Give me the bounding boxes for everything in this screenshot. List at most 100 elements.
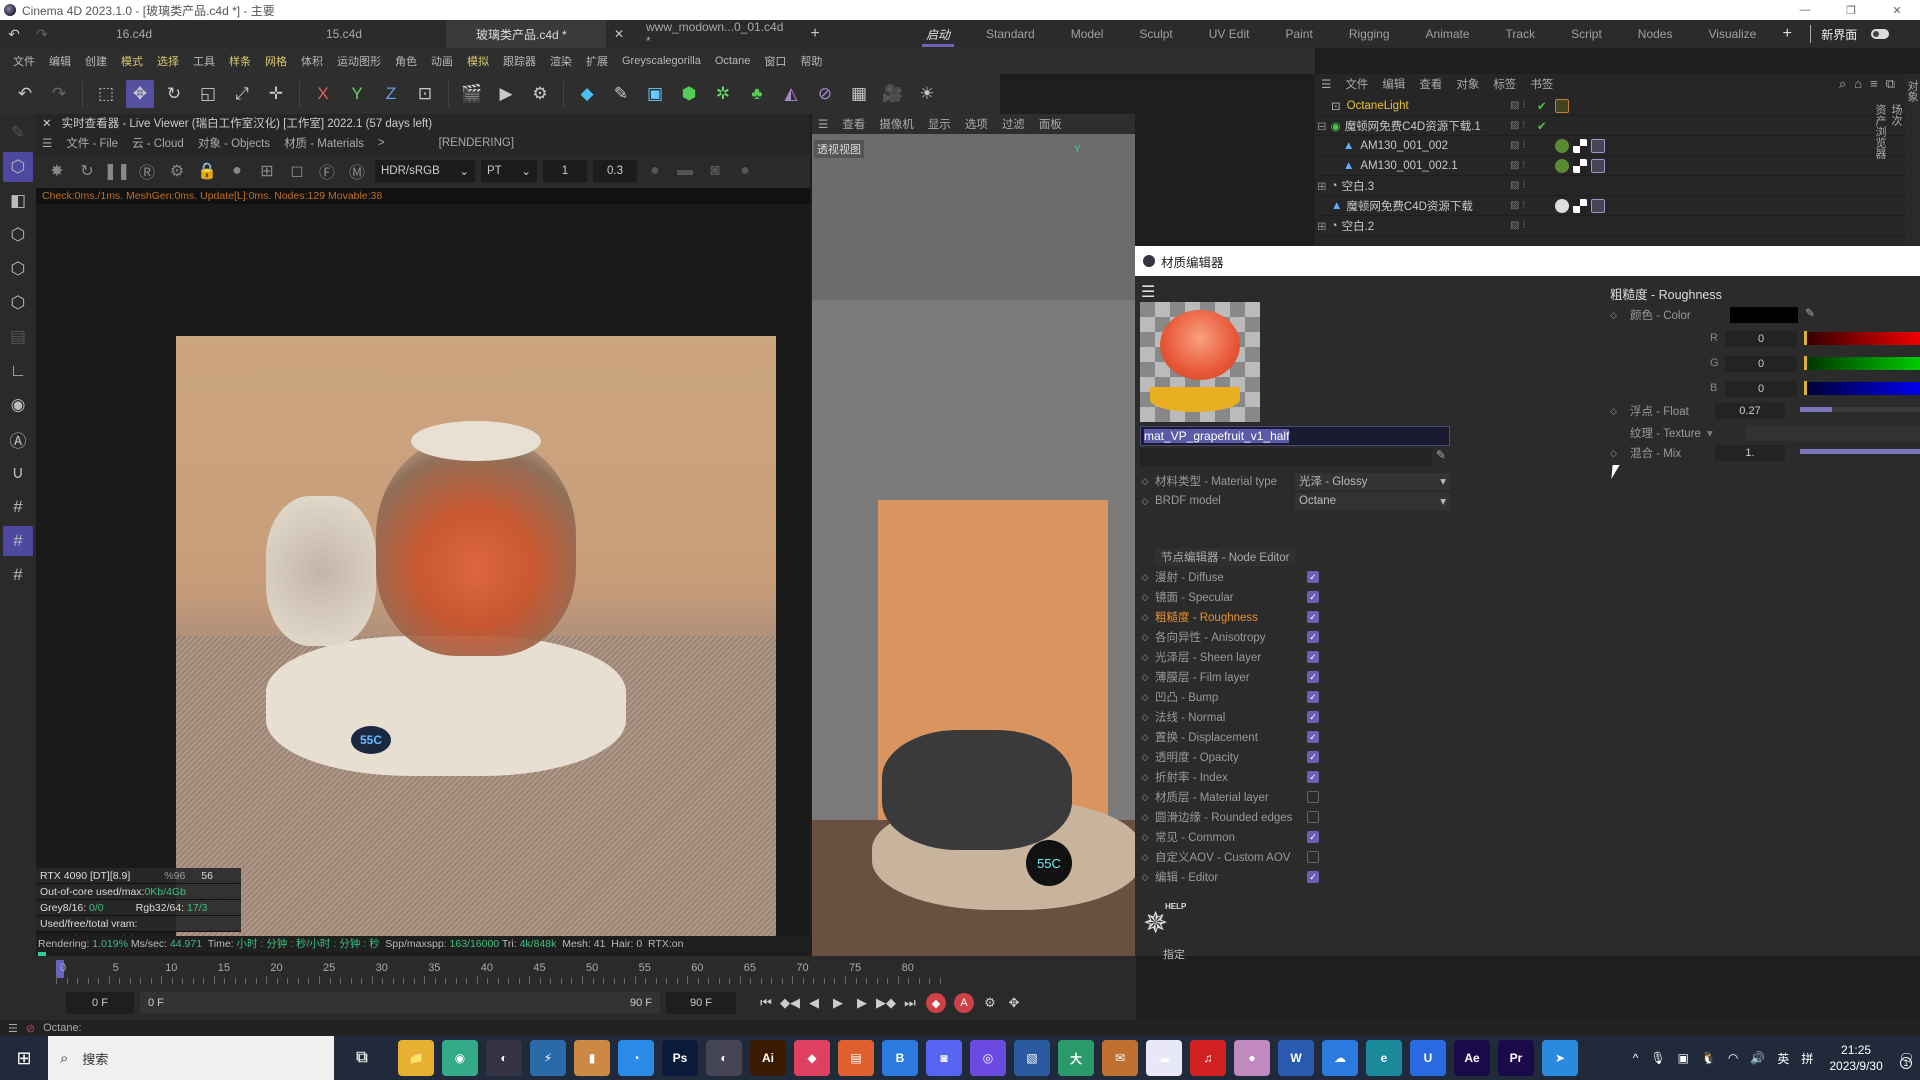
hamburger-icon[interactable]: ☰ xyxy=(1141,282,1155,302)
keyframe-icon[interactable]: ◇ xyxy=(1135,496,1155,507)
channel-row[interactable]: ◇ 漫射 - Diffuse ✓ xyxy=(1135,568,1455,586)
layout-tab-track[interactable]: Track xyxy=(1488,20,1554,48)
cloner-icon[interactable]: ✲ xyxy=(709,80,737,108)
layout-tab-paint[interactable]: Paint xyxy=(1267,20,1330,48)
channel-row[interactable]: ◇ 圆滑边缘 - Rounded edges xyxy=(1135,808,1455,826)
object-row[interactable]: ▲ 魔顿网免费C4D资源下载 ▨ ⁝ xyxy=(1315,196,1905,216)
lv-menu-objects[interactable]: 对象 - Objects xyxy=(198,135,270,151)
microphone-icon[interactable]: 🎙 xyxy=(1650,1051,1665,1065)
menu-volume[interactable]: 体积 xyxy=(294,53,330,69)
channel-row[interactable]: ◇ 镜面 - Specular ✓ xyxy=(1135,588,1455,606)
brush-icon[interactable]: ✎ xyxy=(3,118,33,148)
baidu-cloud-icon[interactable]: ☁ xyxy=(1322,1040,1358,1076)
menu-create[interactable]: 创建 xyxy=(78,53,114,69)
mix-slider[interactable] xyxy=(1800,449,1920,454)
clock[interactable]: 21:25 2023/9/30 xyxy=(1829,1042,1882,1074)
layout-tab-standard[interactable]: Standard xyxy=(968,20,1053,48)
phong-tag-icon[interactable] xyxy=(1591,198,1605,213)
home-icon[interactable]: ⌂ xyxy=(1854,76,1862,92)
vp-menu-camera[interactable]: 摄像机 xyxy=(879,116,914,132)
auto-key-icon[interactable]: A xyxy=(954,993,974,1013)
doc-tab-active[interactable]: 玻璃类产品.c4d * xyxy=(446,20,606,48)
scene-icon[interactable]: ⊘ xyxy=(811,80,839,108)
ime-indicator[interactable]: 拼 xyxy=(1801,1050,1813,1067)
render-picture-viewer-icon[interactable]: ▶ xyxy=(492,80,520,108)
task-view-icon[interactable]: ⧉ xyxy=(344,1040,380,1076)
camera-icon[interactable]: ◙ xyxy=(702,158,728,184)
app-baidu-icon[interactable]: ☁ xyxy=(1146,1040,1182,1076)
axis-mode-icon[interactable]: ∟ xyxy=(3,356,33,386)
clay-icon[interactable]: ◻ xyxy=(284,158,310,184)
channel-row[interactable]: ◇ 凹凸 - Bump ✓ xyxy=(1135,688,1455,706)
file-explorer-icon[interactable]: 📁 xyxy=(398,1040,434,1076)
layout-tab-uv-edit[interactable]: UV Edit xyxy=(1191,20,1268,48)
cinema4d-icon[interactable]: ◐ xyxy=(486,1040,522,1076)
discord-icon[interactable]: ◙ xyxy=(926,1040,962,1076)
channel-row[interactable]: ◇ 自定义AOV - Custom AOV xyxy=(1135,848,1455,866)
workplane-auto-icon[interactable]: # xyxy=(3,560,33,590)
lock-icon[interactable]: 🔒 xyxy=(194,158,220,184)
next-frame-icon[interactable]: ▶ xyxy=(850,992,874,1014)
hamburger-icon[interactable]: ☰ xyxy=(8,1022,18,1035)
channel-checkbox[interactable]: ✓ xyxy=(1307,691,1319,703)
menu-character[interactable]: 角色 xyxy=(388,53,424,69)
edges-mode-icon[interactable]: ⬡ xyxy=(3,254,33,284)
start-button[interactable]: ⊞ xyxy=(0,1036,48,1080)
vp-menu-options[interactable]: 选项 xyxy=(965,116,988,132)
record-keyframe-icon[interactable]: ◆ xyxy=(926,993,946,1013)
channel-checkbox[interactable]: ✓ xyxy=(1307,771,1319,783)
uv-mode-icon[interactable]: ▤ xyxy=(3,322,33,352)
r-value-field[interactable]: 0 xyxy=(1725,331,1797,347)
app-green-icon[interactable]: 大 xyxy=(1058,1040,1094,1076)
notification-center-icon[interactable]: 🗨 1 xyxy=(1899,1051,1914,1069)
channel-checkbox[interactable]: ✓ xyxy=(1307,591,1319,603)
node-editor-button[interactable]: 节点编辑器 - Node Editor xyxy=(1155,548,1295,566)
go-to-start-icon[interactable]: ⏮ xyxy=(754,992,778,1014)
word-icon[interactable]: W xyxy=(1278,1040,1314,1076)
kernel-select[interactable]: PT ⌄ xyxy=(481,160,537,182)
material-preset-dropdown[interactable] xyxy=(1140,448,1432,466)
visibility-icon[interactable]: ▨ ⁝ xyxy=(1510,200,1525,211)
region-render-icon[interactable]: Ⓡ xyxy=(134,158,160,184)
float-value-field[interactable]: 0.27 xyxy=(1715,403,1785,419)
object-row[interactable]: ⊡ OctaneLight ▨ ⁝ ✔ xyxy=(1315,96,1905,116)
channel-checkbox[interactable]: ✓ xyxy=(1307,731,1319,743)
channel-checkbox[interactable] xyxy=(1307,811,1319,823)
layout-tab-startup[interactable]: 启动 xyxy=(908,20,968,48)
app-red-icon[interactable]: ◆ xyxy=(794,1040,830,1076)
keyframe-icon[interactable]: ◇ xyxy=(1135,476,1155,487)
keyframe-icon[interactable]: ◇ xyxy=(1135,712,1155,723)
hamburger-icon[interactable]: ☰ xyxy=(42,136,52,150)
value2-field[interactable]: 0.3 xyxy=(593,160,637,182)
cube-icon[interactable]: ◆ xyxy=(573,80,601,108)
search-icon[interactable]: ⌕ xyxy=(1839,76,1846,92)
keyframe-icon[interactable]: ◇ xyxy=(1135,832,1155,843)
illustrator-icon[interactable]: Ai xyxy=(750,1040,786,1076)
light-icon[interactable]: ☀ xyxy=(913,80,941,108)
channel-checkbox[interactable]: ✓ xyxy=(1307,611,1319,623)
material-tag-icon[interactable] xyxy=(1555,198,1569,213)
menu-simulate[interactable]: 模拟 xyxy=(460,53,496,69)
move-tool-icon[interactable]: ✥ xyxy=(126,80,154,108)
material-name-input[interactable]: mat_VP_grapefruit_v1_half xyxy=(1140,426,1450,446)
om-menu-file[interactable]: 文件 xyxy=(1345,76,1368,92)
wechat-icon[interactable]: ✉ xyxy=(1102,1040,1138,1076)
keyframe-icon[interactable]: ◇ xyxy=(1135,592,1155,603)
camera-icon[interactable]: 🎥 xyxy=(879,80,907,108)
assign-button[interactable]: 指定 xyxy=(1163,946,1185,962)
channel-row[interactable]: ◇ 透明度 - Opacity ✓ xyxy=(1135,748,1455,766)
eyedropper-icon[interactable]: ✎ xyxy=(1436,448,1446,462)
render-image[interactable]: 55C xyxy=(176,336,776,946)
channel-checkbox[interactable] xyxy=(1307,791,1319,803)
channel-row[interactable]: ◇ 置换 - Displacement ✓ xyxy=(1135,728,1455,746)
menu-tools[interactable]: 工具 xyxy=(186,53,222,69)
polygons-mode-icon[interactable]: ⬡ xyxy=(3,288,33,318)
doc-tab-modown[interactable]: www_modown...0_01.c4d * xyxy=(632,20,802,48)
lv-menu-file[interactable]: 文件 - File xyxy=(66,135,118,151)
collapse-icon[interactable]: ⊟ xyxy=(1317,119,1327,133)
channel-checkbox[interactable]: ✓ xyxy=(1307,711,1319,723)
om-menu-view[interactable]: 查看 xyxy=(1419,76,1442,92)
minimize-button[interactable]: — xyxy=(1782,0,1828,20)
points-mode-icon[interactable]: ⬡ xyxy=(3,220,33,250)
extrude-icon[interactable]: ⬢ xyxy=(675,80,703,108)
